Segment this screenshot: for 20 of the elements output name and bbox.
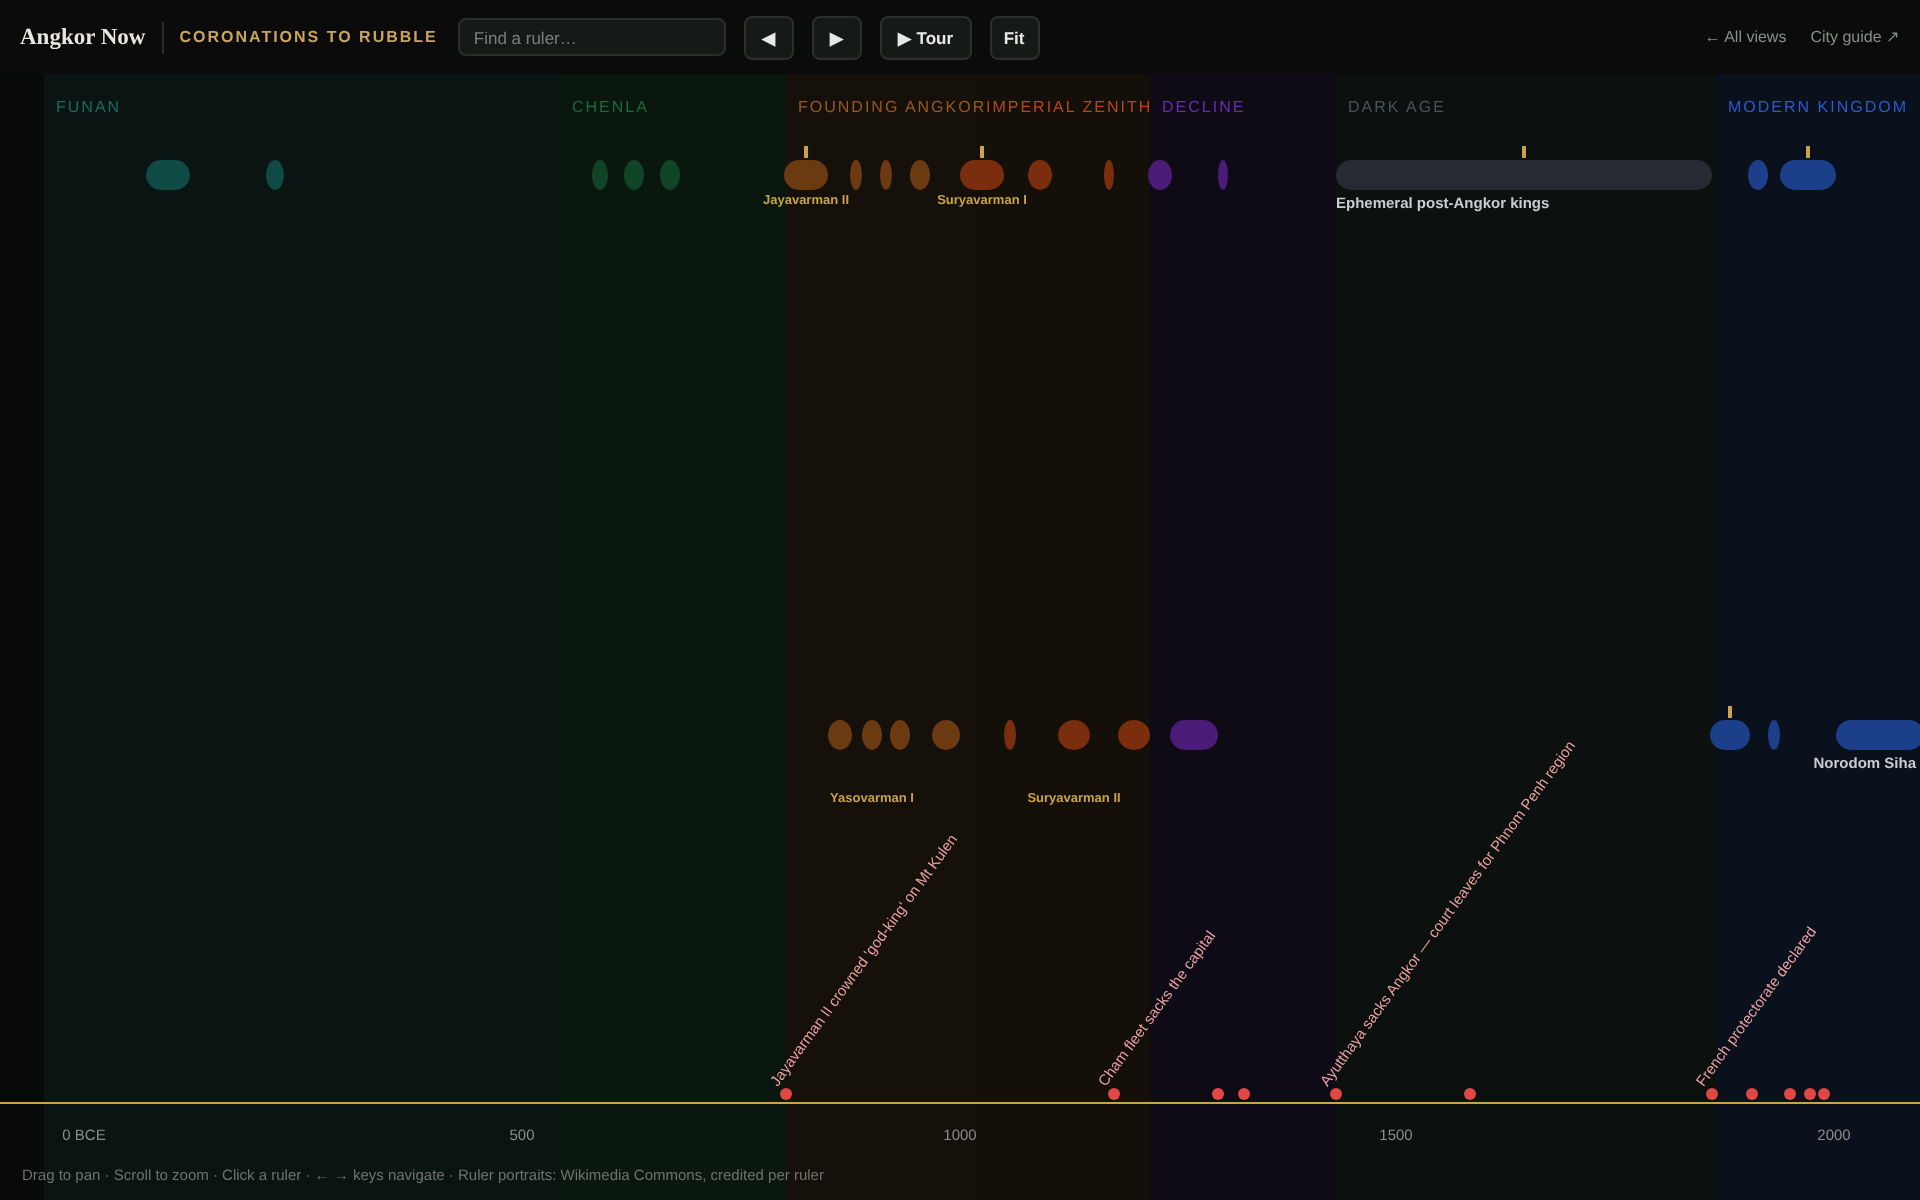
view-title: CORONATIONS TO RUBBLE: [179, 28, 438, 46]
era-label: FOUNDING ANGKOR: [798, 98, 987, 116]
era-label: DARK AGE: [1348, 98, 1446, 116]
era-label: DECLINE: [1162, 98, 1246, 116]
app-logo[interactable]: Angkor Now: [20, 25, 146, 49]
nav-link[interactable]: ← All views: [1704, 28, 1787, 46]
ruler-marker[interactable]: [1217, 159, 1227, 189]
ruler-marker[interactable]: [1336, 159, 1712, 189]
toolbar-button[interactable]: Fit: [989, 15, 1040, 59]
era-label: FUNAN: [56, 98, 122, 116]
ruler-marker[interactable]: [1103, 159, 1113, 189]
toolbar-button[interactable]: ▶ Tour: [879, 15, 972, 59]
toolbar-button[interactable]: ◀: [743, 15, 794, 59]
toolbar-button[interactable]: ▶: [811, 15, 862, 59]
era-label: MODERN KINGDOM: [1728, 98, 1908, 116]
era-label: IMPERIAL ZENITH: [986, 98, 1153, 116]
era-label: CHENLA: [572, 98, 649, 116]
nav-link[interactable]: City guide ↗: [1810, 28, 1900, 46]
ruler-marker[interactable]: [1836, 719, 1920, 749]
search-field[interactable]: Find a ruler…: [457, 18, 726, 56]
